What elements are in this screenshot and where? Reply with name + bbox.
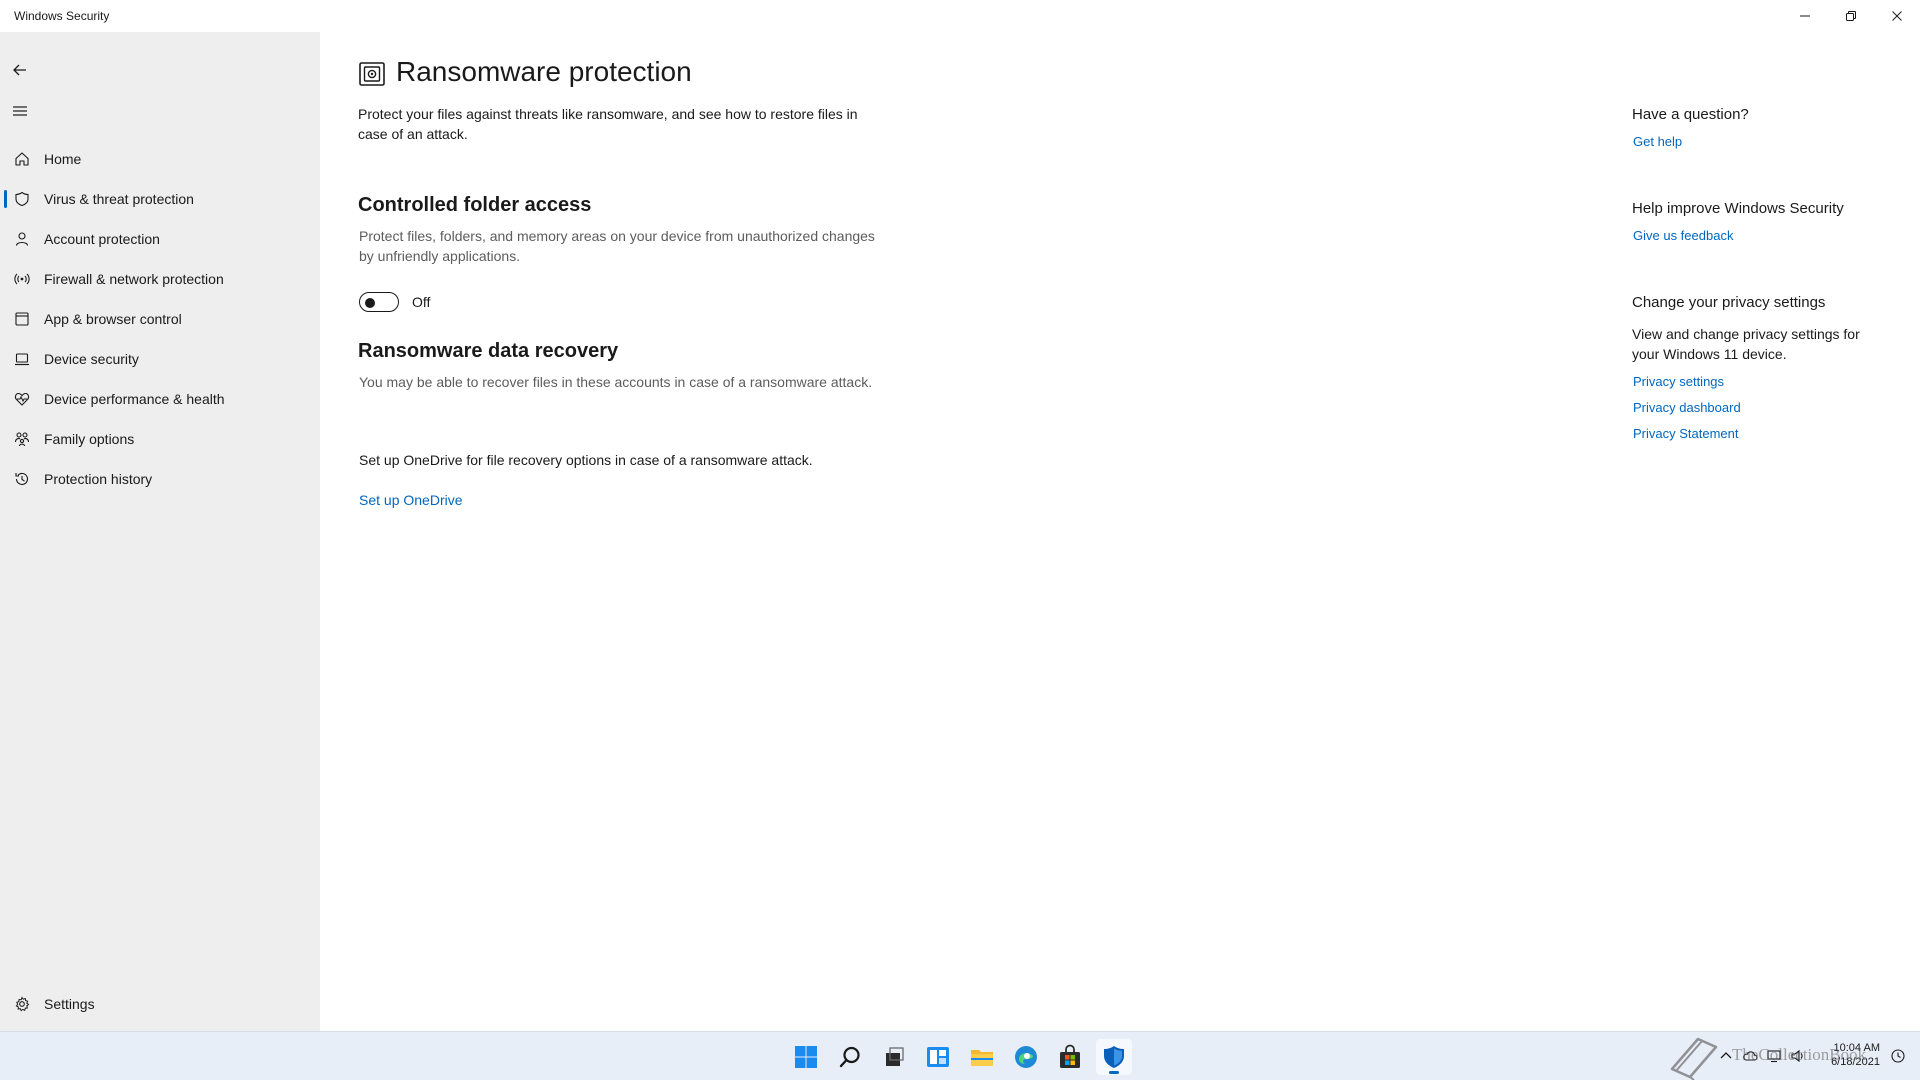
widgets-button[interactable] bbox=[920, 1039, 956, 1075]
sidebar-item-virus-threat[interactable]: Virus & threat protection bbox=[4, 180, 316, 218]
improve-heading: Help improve Windows Security bbox=[1632, 200, 1844, 217]
setup-onedrive-link[interactable]: Set up OneDrive bbox=[359, 492, 463, 508]
windows-security-icon bbox=[1104, 1046, 1124, 1068]
sidebar-item-label: Device performance & health bbox=[44, 391, 225, 407]
sidebar-item-label: Device security bbox=[44, 351, 139, 367]
feedback-link[interactable]: Give us feedback bbox=[1633, 228, 1733, 243]
sidebar: Home Virus & threat protection Account p… bbox=[0, 32, 320, 1031]
sidebar-item-label: App & browser control bbox=[44, 311, 182, 327]
notification-clock-icon bbox=[1891, 1049, 1905, 1063]
close-button[interactable] bbox=[1874, 0, 1920, 32]
privacy-heading: Change your privacy settings bbox=[1632, 294, 1826, 311]
sidebar-item-account[interactable]: Account protection bbox=[4, 220, 316, 258]
sidebar-item-family[interactable]: Family options bbox=[4, 420, 316, 458]
sidebar-item-app-browser[interactable]: App & browser control bbox=[4, 300, 316, 338]
start-button[interactable] bbox=[788, 1039, 824, 1075]
edge-button[interactable] bbox=[1008, 1039, 1044, 1075]
windows-security-taskbar-button[interactable] bbox=[1096, 1039, 1132, 1075]
notifications-button[interactable] bbox=[1888, 1046, 1908, 1066]
privacy-text: View and change privacy settings for you… bbox=[1632, 326, 1860, 362]
sidebar-item-firewall[interactable]: Firewall & network protection bbox=[4, 260, 316, 298]
clock-date: 6/18/2021 bbox=[1831, 1056, 1880, 1068]
back-arrow-icon bbox=[13, 64, 26, 76]
minimize-icon bbox=[1800, 15, 1810, 17]
privacy-statement-link[interactable]: Privacy Statement bbox=[1633, 426, 1739, 441]
cfa-description: Protect files, folders, and memory areas… bbox=[359, 228, 875, 264]
sidebar-item-device-security[interactable]: Device security bbox=[4, 340, 316, 378]
app-title: Windows Security bbox=[14, 9, 110, 23]
privacy-settings-link[interactable]: Privacy settings bbox=[1633, 374, 1724, 389]
main-content: Ransomware protection Protect your files… bbox=[320, 32, 1920, 1031]
sidebar-item-label: Home bbox=[44, 151, 82, 167]
sidebar-item-label: Protection history bbox=[44, 471, 153, 487]
home-icon bbox=[12, 149, 32, 169]
cfa-toggle-state: Off bbox=[412, 294, 431, 310]
chevron-up-icon bbox=[1720, 1052, 1732, 1059]
get-help-link[interactable]: Get help bbox=[1633, 134, 1682, 149]
have-question-heading: Have a question? bbox=[1632, 106, 1749, 123]
store-icon bbox=[1060, 1044, 1080, 1068]
ransomware-vault-icon bbox=[359, 62, 385, 86]
recovery-title: Ransomware data recovery bbox=[358, 340, 619, 362]
sidebar-item-label: Virus & threat protection bbox=[44, 191, 194, 207]
sidebar-item-history[interactable]: Protection history bbox=[4, 460, 316, 498]
page-description: Protect your files against threats like … bbox=[358, 106, 858, 142]
close-icon bbox=[1892, 11, 1902, 21]
sidebar-item-label: Account protection bbox=[44, 231, 160, 247]
history-icon bbox=[12, 469, 32, 489]
onedrive-setup-text: Set up OneDrive for file recovery option… bbox=[359, 452, 813, 468]
sidebar-item-label: Firewall & network protection bbox=[44, 271, 224, 287]
task-view-button[interactable] bbox=[876, 1039, 912, 1075]
widgets-icon bbox=[927, 1047, 949, 1067]
recovery-description: You may be able to recover files in thes… bbox=[359, 374, 873, 390]
start-icon bbox=[795, 1046, 817, 1068]
title-bar: Windows Security bbox=[0, 0, 1920, 32]
volume-tray-button[interactable] bbox=[1788, 1046, 1808, 1066]
shield-icon bbox=[12, 189, 32, 209]
minimize-button[interactable] bbox=[1782, 0, 1828, 32]
restore-button[interactable] bbox=[1828, 0, 1874, 32]
sidebar-item-label: Settings bbox=[44, 996, 95, 1012]
cloud-icon bbox=[1743, 1051, 1758, 1061]
search-icon bbox=[839, 1046, 860, 1068]
taskbar: 10:04 AM 6/18/2021 bbox=[0, 1031, 1920, 1080]
sidebar-item-device-performance[interactable]: Device performance & health bbox=[4, 380, 316, 418]
onedrive-tray-button[interactable] bbox=[1740, 1046, 1760, 1066]
app-window-icon bbox=[12, 309, 32, 329]
speaker-icon bbox=[1791, 1049, 1803, 1063]
privacy-dashboard-link[interactable]: Privacy dashboard bbox=[1633, 400, 1741, 415]
network-tray-button[interactable] bbox=[1764, 1046, 1784, 1066]
family-icon bbox=[12, 429, 32, 449]
file-explorer-icon bbox=[971, 1050, 993, 1066]
restore-icon bbox=[1846, 11, 1856, 21]
person-icon bbox=[12, 229, 32, 249]
cfa-toggle[interactable] bbox=[359, 292, 399, 312]
back-button[interactable] bbox=[0, 50, 40, 90]
file-explorer-button[interactable] bbox=[964, 1039, 1000, 1075]
sidebar-item-label: Family options bbox=[44, 431, 135, 447]
active-app-indicator bbox=[1109, 1071, 1119, 1074]
show-hidden-icons-button[interactable] bbox=[1716, 1046, 1736, 1066]
page-title: Ransomware protection bbox=[396, 56, 692, 87]
gear-icon bbox=[12, 994, 32, 1014]
menu-button[interactable] bbox=[0, 91, 40, 131]
task-view-icon bbox=[886, 1047, 904, 1066]
taskbar-clock[interactable]: 10:04 AM 6/18/2021 bbox=[1831, 1041, 1880, 1069]
laptop-icon bbox=[12, 349, 32, 369]
edge-icon bbox=[1015, 1046, 1037, 1068]
store-button[interactable] bbox=[1052, 1039, 1088, 1075]
toggle-knob bbox=[365, 298, 375, 308]
taskbar-search-button[interactable] bbox=[832, 1039, 868, 1075]
monitor-icon bbox=[1767, 1050, 1781, 1063]
clock-time: 10:04 AM bbox=[1833, 1042, 1880, 1054]
hamburger-icon bbox=[13, 106, 27, 116]
sidebar-item-settings[interactable]: Settings bbox=[4, 985, 316, 1023]
heart-pulse-icon bbox=[12, 389, 32, 409]
wireless-icon bbox=[12, 269, 32, 289]
cfa-title: Controlled folder access bbox=[358, 194, 592, 216]
sidebar-item-home[interactable]: Home bbox=[4, 140, 316, 178]
